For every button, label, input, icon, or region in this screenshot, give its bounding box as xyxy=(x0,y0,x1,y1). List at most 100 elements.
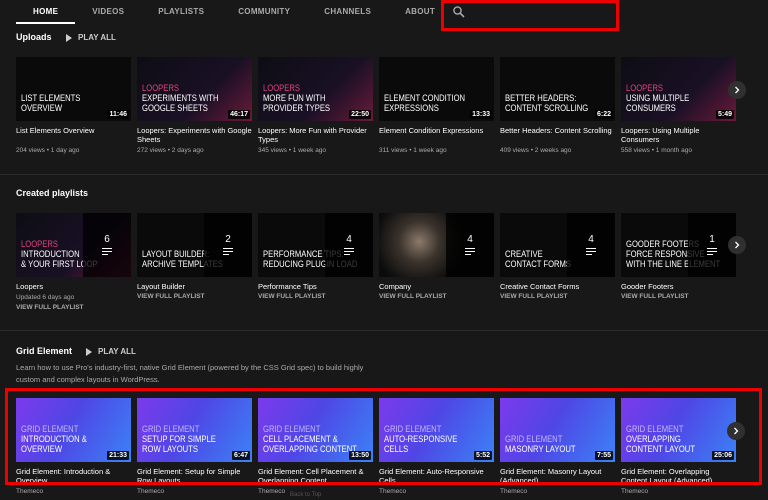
video-thumbnail[interactable]: Gooder Footers Force Responsive with the L… xyxy=(621,213,736,277)
video-card[interactable]: Element Condition Expressions 13:33 Element… xyxy=(379,57,494,155)
video-meta: 558 views • 1 month ago xyxy=(621,147,692,154)
video-title[interactable]: Loopers: Experiments with Google Sheets xyxy=(137,126,252,144)
video-meta: 204 views • 1 day ago xyxy=(16,147,80,154)
playlist-count: 4 xyxy=(467,234,473,245)
thumbnail-text: Layout Builder: xyxy=(142,249,210,259)
playlist-icon xyxy=(707,248,717,256)
video-meta: 311 views • 1 week ago xyxy=(379,147,447,154)
channel-name: Themeco xyxy=(137,488,165,495)
grid-play-all-button[interactable]: PLAY ALL xyxy=(86,347,136,356)
video-thumbnail[interactable]: Loopers Experiments With Google Sheets 46:1… xyxy=(137,57,252,121)
view-full-playlist-link[interactable]: VIEW FULL PLAYLIST xyxy=(16,304,131,311)
playlist-meta: Updated 6 days ago xyxy=(16,294,75,301)
playlist-title[interactable]: Loopers xyxy=(16,282,131,291)
view-full-playlist-link[interactable]: VIEW FULL PLAYLIST xyxy=(379,293,494,300)
video-thumbnail[interactable]: 4 xyxy=(379,213,494,277)
view-full-playlist-link[interactable]: VIEW FULL PLAYLIST xyxy=(500,293,615,300)
playlist-count-overlay: 4 xyxy=(567,213,615,277)
video-thumbnail[interactable]: Layout Builder: Archive Templates 2 xyxy=(137,213,252,277)
video-thumbnail[interactable]: Loopers Introduction & Your First Loop 6 xyxy=(16,213,131,277)
play-all-label: PLAY ALL xyxy=(98,347,136,356)
playlist-card[interactable]: Gooder Footers Force Responsive with the L… xyxy=(621,213,736,311)
duration-badge: 22:50 xyxy=(349,110,371,119)
thumbnail-text: Element Condition xyxy=(384,93,466,103)
thumbnail-text: More Fun With xyxy=(263,93,326,103)
video-meta: 409 views • 2 weeks ago xyxy=(500,147,572,154)
play-all-label: PLAY ALL xyxy=(78,33,116,42)
video-thumbnail[interactable]: Loopers More Fun With Provider Types 22:50 xyxy=(258,57,373,121)
video-card[interactable]: Loopers Using Multiple Consumers 5:49 Looper… xyxy=(621,57,736,155)
playlist-card[interactable]: 4 Company VIEW FULL PLAYLIST xyxy=(379,213,494,311)
playlist-title[interactable]: Creative Contact Forms xyxy=(500,282,615,291)
playlist-icon xyxy=(223,248,233,256)
tab-channels[interactable]: CHANNELS xyxy=(307,0,388,24)
video-thumbnail[interactable]: Better Headers: Content Scrolling 6:22 xyxy=(500,57,615,121)
playlist-count-overlay: 4 xyxy=(446,213,494,277)
thumbnail-text: Better Headers: xyxy=(505,93,577,103)
playlist-card[interactable]: Layout Builder: Archive Templates 2 Layout … xyxy=(137,213,252,311)
view-full-playlist-link[interactable]: VIEW FULL PLAYLIST xyxy=(621,293,736,300)
channel-tabs: HOME VIDEOS PLAYLISTS COMMUNITY CHANNELS… xyxy=(0,0,768,24)
video-thumbnail[interactable]: Element Condition Expressions 13:33 xyxy=(379,57,494,121)
view-full-playlist-link[interactable]: VIEW FULL PLAYLIST xyxy=(137,293,252,300)
thumbnail-text: Loopers xyxy=(142,83,179,93)
play-icon xyxy=(66,33,72,42)
view-full-playlist-link[interactable]: VIEW FULL PLAYLIST xyxy=(258,293,373,300)
uploads-play-all-button[interactable]: PLAY ALL xyxy=(66,33,116,42)
uploads-row: List Elements Overview 11:46 List Elements … xyxy=(16,57,736,155)
grid-highlight-box xyxy=(5,388,762,485)
uploads-next-button[interactable] xyxy=(728,81,746,99)
playlist-card[interactable]: Creative Contact Forms 4 Creative Contact F… xyxy=(500,213,615,311)
video-thumbnail[interactable]: Performance Tips: Reducing Plugin Load 4 xyxy=(258,213,373,277)
playlist-count-overlay: 6 xyxy=(83,213,131,277)
uploads-title: Uploads xyxy=(16,32,52,42)
tab-community[interactable]: COMMUNITY xyxy=(221,0,307,24)
video-title[interactable]: Loopers: Using Multiple Consumers xyxy=(621,126,736,144)
playlist-count: 4 xyxy=(588,234,594,245)
video-card[interactable]: List Elements Overview 11:46 List Elements … xyxy=(16,57,131,155)
playlists-next-button[interactable] xyxy=(728,236,746,254)
playlist-card[interactable]: Loopers Introduction & Your First Loop 6 Loo… xyxy=(16,213,131,311)
back-to-top-link[interactable]: Back to Top xyxy=(290,492,321,498)
thumbnail-text: Provider Types xyxy=(263,103,331,113)
playlist-count: 1 xyxy=(709,234,715,245)
video-card[interactable]: Loopers More Fun With Provider Types 22:50 L… xyxy=(258,57,373,155)
video-title[interactable]: List Elements Overview xyxy=(16,126,131,144)
channel-name: Themeco xyxy=(16,488,44,495)
video-card[interactable]: Better Headers: Content Scrolling 6:22 Bett… xyxy=(500,57,615,155)
duration-badge: 11:46 xyxy=(107,110,129,119)
video-thumbnail[interactable]: Creative Contact Forms 4 xyxy=(500,213,615,277)
playlist-icon xyxy=(344,248,354,256)
video-meta: 272 views • 2 days ago xyxy=(137,147,204,154)
thumbnail-text: Expressions xyxy=(384,103,439,113)
playlist-title[interactable]: Layout Builder xyxy=(137,282,252,291)
video-card[interactable]: Loopers Experiments With Google Sheets 46:1… xyxy=(137,57,252,155)
tab-playlists[interactable]: PLAYLISTS xyxy=(141,0,221,24)
thumbnail-text: List Elements xyxy=(21,93,81,103)
channel-name: Themeco xyxy=(500,488,528,495)
thumbnail-text: Loopers xyxy=(626,83,663,93)
video-title[interactable]: Element Condition Expressions xyxy=(379,126,494,144)
playlist-count: 6 xyxy=(104,234,110,245)
video-thumbnail[interactable]: Loopers Using Multiple Consumers 5:49 xyxy=(621,57,736,121)
playlist-icon xyxy=(586,248,596,256)
video-thumbnail[interactable]: List Elements Overview 11:46 xyxy=(16,57,131,121)
playlist-count-overlay: 2 xyxy=(204,213,252,277)
video-title[interactable]: Loopers: More Fun with Provider Types xyxy=(258,126,373,144)
thumbnail-text: Experiments With xyxy=(142,93,219,103)
tab-home[interactable]: HOME xyxy=(16,0,76,24)
play-icon xyxy=(86,347,92,356)
playlist-title[interactable]: Performance Tips xyxy=(258,282,373,291)
duration-badge: 5:49 xyxy=(715,110,734,119)
grid-shelf-description: Learn how to use Pro's industry-first, n… xyxy=(16,363,364,384)
divider xyxy=(0,330,768,331)
tab-videos[interactable]: VIDEOS xyxy=(75,0,141,24)
playlist-count: 4 xyxy=(346,234,352,245)
playlist-card[interactable]: Performance Tips: Reducing Plugin Load 4 Pe… xyxy=(258,213,373,311)
thumbnail-text: Overview xyxy=(21,103,63,113)
search-highlight-box xyxy=(441,0,619,31)
channel-name: Themeco xyxy=(621,488,649,495)
video-title[interactable]: Better Headers: Content Scrolling xyxy=(500,126,615,144)
playlist-title[interactable]: Gooder Footers xyxy=(621,282,736,291)
playlist-title[interactable]: Company xyxy=(379,282,494,291)
